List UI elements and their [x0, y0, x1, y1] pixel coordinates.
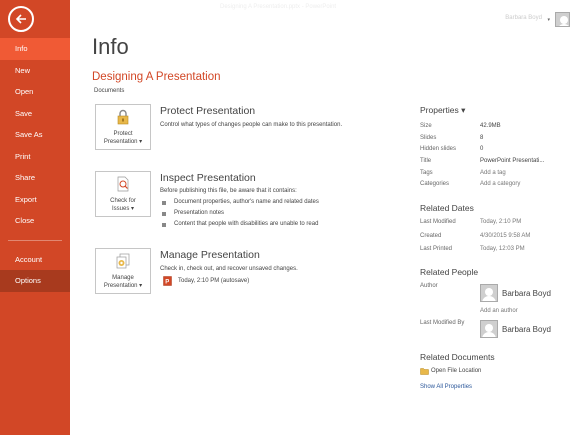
- folder-icon: [420, 368, 429, 375]
- document-path[interactable]: Documents: [94, 88, 124, 94]
- related-people-header: Related People: [420, 267, 479, 277]
- manage-versions-icon: [116, 253, 130, 269]
- related-dates-header: Related Dates: [420, 203, 474, 213]
- manage-button-label-line1: Manage: [112, 275, 134, 281]
- nav-item-save-as[interactable]: Save As: [0, 124, 70, 146]
- date-value-last-modified: Today, 2:10 PM: [480, 219, 522, 225]
- author-avatar[interactable]: [480, 284, 498, 302]
- inspect-document-icon: [117, 176, 129, 192]
- user-dropdown-icon[interactable]: ▾: [547, 17, 550, 23]
- author-label: Author: [420, 283, 438, 289]
- nav-item-close[interactable]: Close: [0, 210, 70, 232]
- nav-item-info[interactable]: Info: [0, 38, 70, 60]
- protect-presentation-button[interactable]: Protect Presentation ▾: [95, 104, 151, 150]
- prop-value-title[interactable]: PowerPoint Presentati...: [480, 158, 544, 164]
- manage-button-label-line2: Presentation ▾: [103, 283, 143, 289]
- back-button[interactable]: [8, 6, 34, 32]
- prop-label: Size: [420, 123, 432, 129]
- date-value-created: 4/30/2015 9:58 AM: [480, 233, 531, 239]
- prop-value-tags[interactable]: Add a tag: [480, 170, 506, 176]
- modified-by-label: Last Modified By: [420, 320, 465, 326]
- inspect-bullet-item: Presentation notes: [162, 210, 224, 216]
- powerpoint-file-icon: P: [163, 276, 172, 286]
- inspect-bullet-text: Content that people with disabilities ar…: [174, 221, 319, 227]
- add-author-link[interactable]: Add an author: [480, 308, 518, 314]
- date-label: Last Modified: [420, 219, 456, 225]
- nav-item-options[interactable]: Options: [0, 270, 70, 292]
- inspect-section-title: Inspect Presentation: [160, 172, 256, 184]
- protect-section-title: Protect Presentation: [160, 105, 256, 117]
- inspect-button-label-line1: Check for: [110, 198, 136, 204]
- backstage-main: Designing A Presentation.pptx - PowerPoi…: [70, 0, 580, 435]
- nav-item-open[interactable]: Open: [0, 81, 70, 103]
- window-title: Designing A Presentation.pptx - PowerPoi…: [220, 4, 337, 10]
- page-title: Info: [92, 34, 129, 59]
- show-all-properties-link[interactable]: Show All Properties: [420, 384, 472, 390]
- nav-item-save[interactable]: Save: [0, 103, 70, 125]
- manage-presentation-button[interactable]: Manage Presentation ▾: [95, 248, 151, 294]
- nav-item-new[interactable]: New: [0, 60, 70, 82]
- user-avatar[interactable]: [555, 12, 570, 27]
- author-name[interactable]: Barbara Boyd: [502, 289, 551, 298]
- backstage-nav: Info New Open Save Save As Print Share E…: [0, 38, 70, 292]
- nav-item-share[interactable]: Share: [0, 167, 70, 189]
- check-for-issues-button[interactable]: Check for Issues ▾: [95, 171, 151, 217]
- backstage-sidebar: Info New Open Save Save As Print Share E…: [0, 0, 70, 435]
- inspect-bullet-item: Content that people with disabilities ar…: [162, 221, 318, 227]
- prop-label: Categories: [420, 181, 450, 187]
- prop-value-categories[interactable]: Add a category: [480, 181, 520, 187]
- prop-value-hidden-slides: 0: [480, 146, 484, 152]
- inspect-bullet-text: Document properties, author's name and r…: [174, 199, 319, 205]
- prop-label: Hidden slides: [420, 146, 457, 152]
- modified-by-name[interactable]: Barbara Boyd: [502, 325, 551, 334]
- prop-label: Slides: [420, 135, 437, 141]
- inspect-button-label-line2: Issues ▾: [111, 206, 135, 212]
- manage-section-desc: Check in, check out, and recover unsaved…: [160, 266, 298, 272]
- date-label: Last Printed: [420, 246, 453, 252]
- properties-header[interactable]: Properties ▾: [420, 105, 465, 116]
- modified-by-avatar[interactable]: [480, 320, 498, 338]
- prop-value-size: 42.9MB: [480, 123, 501, 129]
- inspect-bullet-item: Document properties, author's name and r…: [162, 199, 319, 205]
- user-name[interactable]: Barbara Boyd: [505, 15, 542, 21]
- open-file-location-link[interactable]: Open File Location: [431, 368, 481, 374]
- lock-icon: [117, 109, 129, 125]
- prop-label: Title: [420, 158, 432, 164]
- svg-text:P: P: [165, 280, 169, 286]
- nav-item-print[interactable]: Print: [0, 146, 70, 168]
- date-value-last-printed: Today, 12:03 PM: [480, 246, 525, 252]
- nav-item-account[interactable]: Account: [0, 249, 70, 271]
- back-arrow-icon: [15, 14, 26, 24]
- date-label: Created: [420, 233, 442, 239]
- prop-label: Tags: [420, 170, 433, 176]
- inspect-section-desc: Before publishing this file, be aware th…: [160, 188, 297, 194]
- protect-button-label-line1: Protect: [113, 131, 133, 137]
- protect-section-desc: Control what types of changes people can…: [160, 122, 343, 128]
- inspect-bullet-text: Presentation notes: [174, 210, 225, 216]
- nav-divider: [8, 239, 62, 241]
- protect-button-label-line2: Presentation ▾: [103, 139, 143, 145]
- document-title: Designing A Presentation: [92, 71, 221, 83]
- nav-item-export[interactable]: Export: [0, 189, 70, 211]
- manage-section-title: Manage Presentation: [160, 249, 260, 261]
- prop-value-slides: 8: [480, 135, 484, 141]
- related-documents-header: Related Documents: [420, 352, 495, 362]
- autosave-version-link[interactable]: Today, 2:10 PM (autosave): [178, 278, 249, 284]
